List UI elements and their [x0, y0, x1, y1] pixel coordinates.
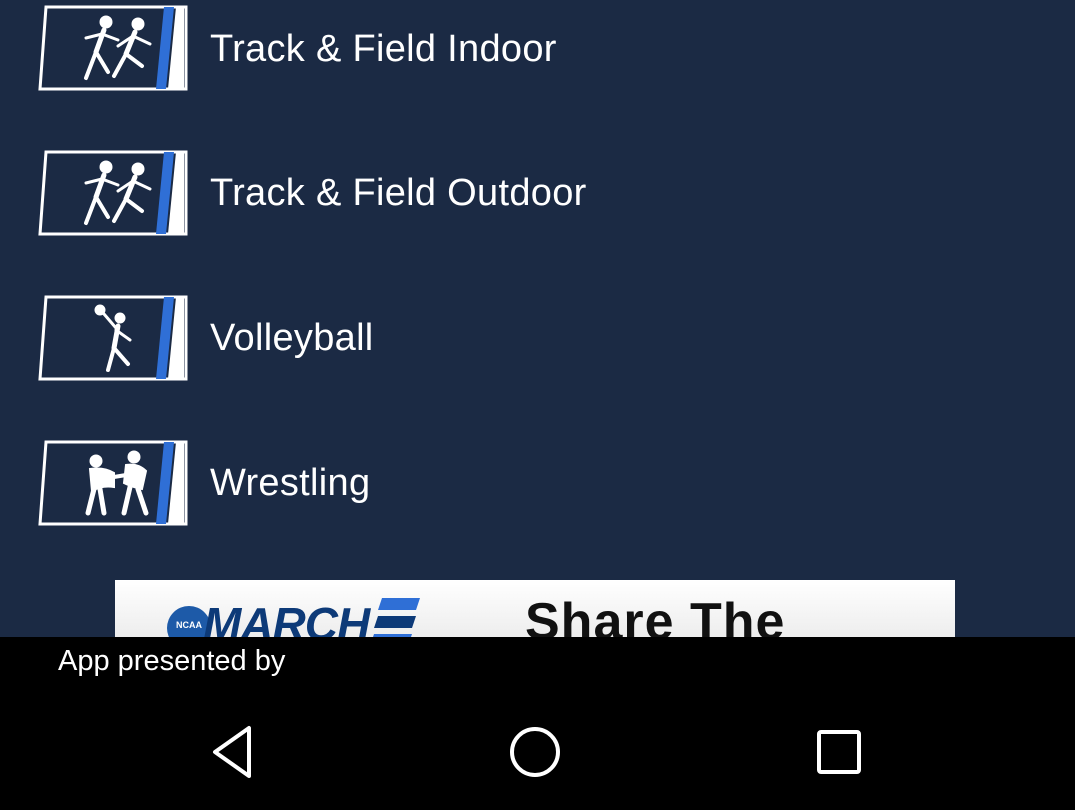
sport-item-track-field-outdoor[interactable]: Track & Field Outdoor: [0, 131, 1075, 251]
home-button[interactable]: [505, 722, 565, 782]
bracket-icon: [373, 598, 420, 637]
ad-banner[interactable]: NCAA MARCH Share The: [115, 580, 955, 637]
track-field-icon: [38, 4, 188, 92]
presented-by-label: App presented by: [58, 645, 286, 677]
volleyball-icon: [38, 294, 188, 382]
footer: App presented by: [0, 637, 1075, 810]
back-button[interactable]: [205, 722, 265, 782]
ad-headline: Share The: [525, 593, 786, 637]
back-icon: [213, 726, 251, 778]
recents-icon: [817, 730, 861, 774]
sport-label: Wrestling: [210, 462, 371, 504]
ad-brand: MARCH: [203, 598, 370, 637]
sport-label: Track & Field Outdoor: [210, 172, 587, 214]
home-icon: [510, 727, 560, 777]
sport-item-track-field-indoor[interactable]: Track & Field Indoor: [0, 0, 1075, 107]
track-field-icon: [38, 149, 188, 237]
sport-item-wrestling[interactable]: Wrestling: [0, 421, 1075, 541]
sports-list-screen: Track & Field Indoor Track & Field Outdo…: [0, 0, 1075, 637]
sport-label: Track & Field Indoor: [210, 28, 557, 70]
sport-label: Volleyball: [210, 317, 374, 359]
wrestling-icon: [38, 439, 188, 527]
recents-button[interactable]: [809, 722, 869, 782]
sport-item-volleyball[interactable]: Volleyball: [0, 276, 1075, 396]
